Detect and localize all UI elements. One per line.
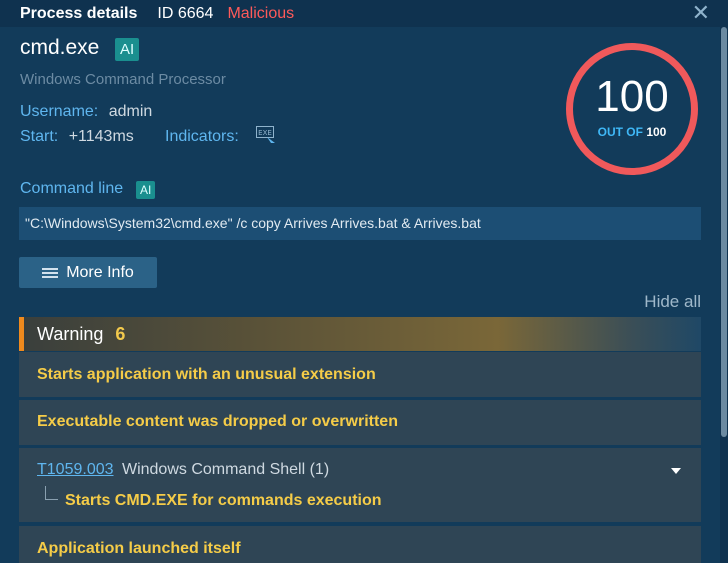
tree-connector xyxy=(45,486,58,500)
username-label: Username: xyxy=(20,103,99,120)
out-of-label: OUT OF xyxy=(597,125,643,139)
svg-text:EXE: EXE xyxy=(258,129,272,137)
ai-badge[interactable]: AI xyxy=(115,38,140,61)
start-row: Start: +1143ms xyxy=(20,128,134,146)
indicators-label: Indicators: xyxy=(165,128,239,145)
chevron-down-icon[interactable] xyxy=(671,468,681,474)
panel-title: Process details xyxy=(20,4,138,22)
threat-score-value: 100 xyxy=(595,72,669,121)
technique-detail-text: Starts CMD.EXE for commands execution xyxy=(65,492,382,509)
process-name: cmd.exe xyxy=(20,36,100,59)
exe-file-icon[interactable]: EXE xyxy=(256,126,276,144)
mitre-technique-name: Windows Command Shell (1) xyxy=(121,461,330,478)
warning-count: 6 xyxy=(115,323,126,344)
process-description: Windows Command Processor xyxy=(20,71,226,88)
start-label: Start: xyxy=(20,128,59,145)
verdict-label: Malicious xyxy=(227,4,295,22)
warning-section-header[interactable]: Warning 6 xyxy=(19,317,701,351)
warning-item-text: Starts application with an unusual exten… xyxy=(37,366,376,383)
username-value: admin xyxy=(108,103,153,120)
more-info-label: More Info xyxy=(66,263,134,281)
threat-score-max: OUT OF 100 xyxy=(573,125,691,139)
hide-all-link[interactable]: Hide all xyxy=(644,292,701,312)
command-line-value[interactable]: "C:\Windows\System32\cmd.exe" /c copy Ar… xyxy=(19,207,701,240)
warning-item[interactable]: Starts application with an unusual exten… xyxy=(19,352,701,397)
title-bar: Process details ID 6664 Malicious ✕ xyxy=(0,0,728,27)
threat-score-ring: 100 OUT OF 100 xyxy=(566,43,698,175)
warning-label: Warning xyxy=(37,323,104,344)
start-value: +1143ms xyxy=(68,128,134,145)
warning-item[interactable]: Application launched itself xyxy=(19,526,701,563)
command-line-ai-badge[interactable]: AI xyxy=(136,181,156,199)
list-icon xyxy=(42,266,59,280)
more-info-button[interactable]: More Info xyxy=(19,257,157,288)
warning-item-technique[interactable]: T1059.003 Windows Command Shell (1) Star… xyxy=(19,448,701,522)
mitre-technique-link[interactable]: T1059.003 xyxy=(37,461,114,478)
warning-item[interactable]: Executable content was dropped or overwr… xyxy=(19,400,701,445)
score-max-value: 100 xyxy=(646,125,667,139)
username-row: Username: admin xyxy=(20,103,152,121)
process-id: ID 6664 xyxy=(157,4,214,22)
close-icon[interactable]: ✕ xyxy=(692,2,710,24)
scrollbar-thumb[interactable] xyxy=(721,27,727,437)
scrollbar[interactable] xyxy=(720,27,728,563)
command-line-label: Command line xyxy=(20,180,124,197)
warning-item-text: Application launched itself xyxy=(37,540,241,557)
indicators-row: Indicators: xyxy=(165,128,239,146)
warning-item-text: Executable content was dropped or overwr… xyxy=(37,413,398,430)
